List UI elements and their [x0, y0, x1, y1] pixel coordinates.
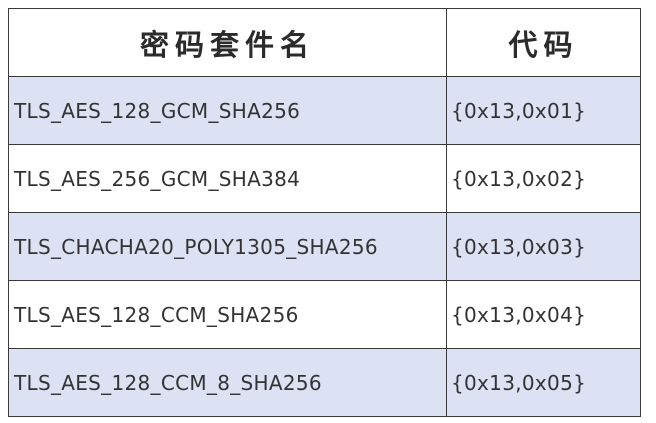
suite-code-cell: {0x13,0x04} — [446, 280, 641, 349]
table-row: TLS_AES_128_GCM_SHA256 {0x13,0x01} — [8, 76, 641, 145]
table-row: TLS_AES_128_CCM_8_SHA256 {0x13,0x05} — [8, 348, 641, 417]
column-header-suite-name: 密码套件名 — [8, 8, 447, 77]
table-row: TLS_AES_256_GCM_SHA384 {0x13,0x02} — [8, 144, 641, 213]
suite-name-cell: TLS_CHACHA20_POLY1305_SHA256 — [8, 212, 447, 281]
suite-name-cell: TLS_AES_128_CCM_SHA256 — [8, 280, 447, 349]
suite-code-cell: {0x13,0x01} — [446, 76, 641, 145]
table-row: TLS_AES_128_CCM_SHA256 {0x13,0x04} — [8, 280, 641, 349]
table-header-row: 密码套件名 代码 — [8, 8, 641, 77]
suite-name-cell: TLS_AES_128_CCM_8_SHA256 — [8, 348, 447, 417]
suite-code-cell: {0x13,0x05} — [446, 348, 641, 417]
cipher-suite-table: 密码套件名 代码 TLS_AES_128_GCM_SHA256 {0x13,0x… — [8, 8, 641, 417]
column-header-code: 代码 — [446, 8, 641, 77]
table-row: TLS_CHACHA20_POLY1305_SHA256 {0x13,0x03} — [8, 212, 641, 281]
suite-code-cell: {0x13,0x02} — [446, 144, 641, 213]
suite-name-cell: TLS_AES_256_GCM_SHA384 — [8, 144, 447, 213]
suite-name-cell: TLS_AES_128_GCM_SHA256 — [8, 76, 447, 145]
suite-code-cell: {0x13,0x03} — [446, 212, 641, 281]
